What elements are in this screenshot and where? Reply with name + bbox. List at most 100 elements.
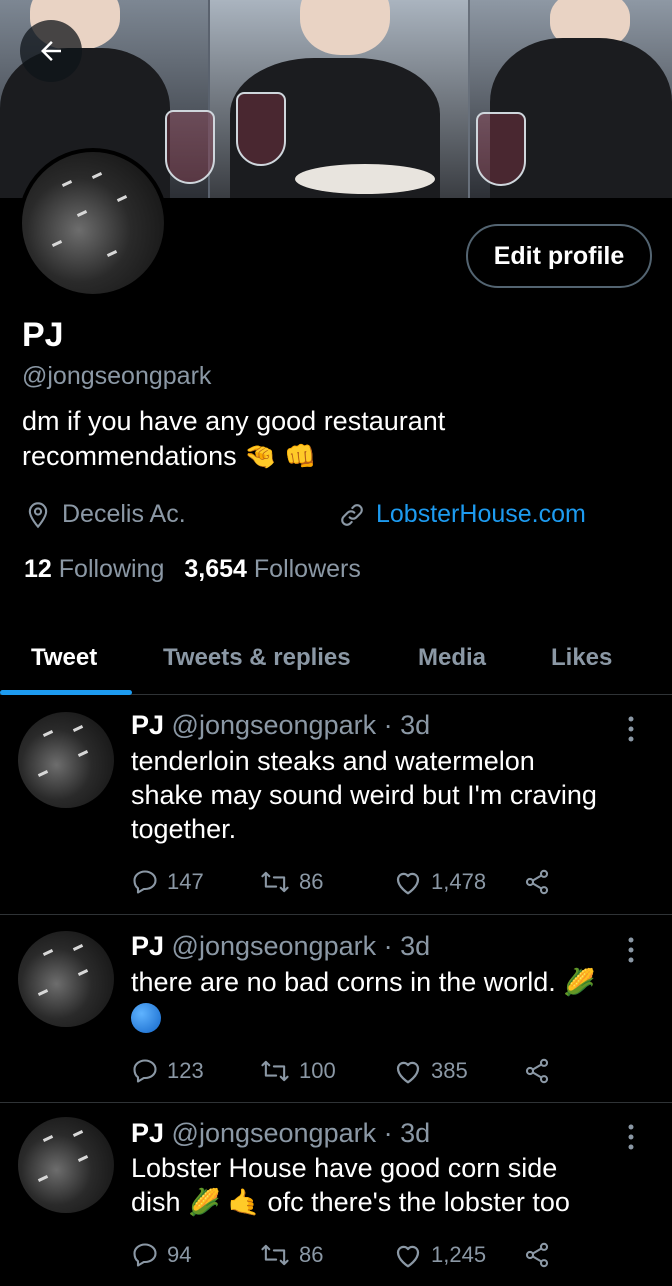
like-icon — [396, 872, 420, 895]
profile-avatar[interactable] — [18, 148, 168, 298]
like-count: 1,478 — [431, 869, 487, 894]
retweet-icon — [261, 1060, 289, 1082]
banner-wine-glass — [236, 92, 286, 166]
share-button[interactable] — [523, 1241, 551, 1269]
tweet-text-line: there are no bad corns in the world. 🌽 — [131, 965, 641, 999]
followers-link[interactable]: 3,654 Followers — [184, 555, 361, 584]
retweet-button[interactable]: 100 — [259, 1057, 336, 1085]
reply-icon — [133, 870, 157, 894]
corn-hand-emoji: 🌽 🤙 — [188, 1187, 261, 1217]
tweet-avatar[interactable] — [18, 931, 114, 1027]
tweet-text-line: Lobster House have good corn side — [131, 1153, 558, 1183]
like-count: 385 — [431, 1058, 468, 1083]
tweet-text-content: dish — [131, 1187, 181, 1217]
tweet-avatar[interactable] — [18, 1117, 114, 1213]
more-vertical-icon[interactable] — [618, 1122, 644, 1152]
banner-wine-glass — [476, 112, 526, 186]
followers-label: Followers — [253, 555, 361, 583]
edit-profile-button[interactable]: Edit profile — [466, 224, 652, 288]
website-link[interactable]: LobsterHouse.com — [376, 500, 586, 529]
pinch-emoji: 🤏 — [244, 441, 277, 471]
reply-button[interactable]: 94 — [131, 1241, 191, 1269]
tab-likes[interactable]: Likes — [551, 622, 612, 694]
profile-website[interactable]: LobsterHouse.com — [338, 500, 586, 529]
corn-emoji: 🌽 — [563, 967, 596, 997]
tweet-header: PJ @jongseongpark · 3d — [131, 710, 430, 741]
share-button[interactable] — [523, 1057, 551, 1085]
globe-icon — [131, 1002, 161, 1033]
tweet-text: Lobster House have good corn side dish 🌽… — [131, 1151, 641, 1219]
followers-count: 3,654 — [184, 555, 247, 583]
share-icon — [525, 1242, 549, 1268]
reply-count: 123 — [167, 1058, 204, 1083]
share-icon — [525, 869, 549, 895]
banner-plate — [295, 164, 435, 194]
tweet-text-content: there are no bad corns in the world. — [131, 967, 556, 997]
tweet-header: PJ @jongseongpark · 3d — [131, 931, 430, 962]
retweet-count: 86 — [299, 1242, 324, 1267]
banner-wine-glass — [165, 110, 215, 184]
tweet-handle-time: @jongseongpark · 3d — [171, 1118, 431, 1148]
profile-tabs: Tweet Tweets & replies Media Likes — [0, 622, 672, 695]
reply-button[interactable]: 147 — [131, 868, 204, 896]
tweet-text-line — [131, 999, 641, 1033]
profile-location: Decelis Ac. — [24, 500, 186, 529]
more-vertical-icon[interactable] — [618, 714, 644, 744]
profile-handle: @jongseongpark — [22, 362, 212, 390]
bio-text: recommendations — [22, 441, 237, 471]
retweet-button[interactable]: 86 — [259, 1241, 323, 1269]
tab-media[interactable]: Media — [418, 622, 486, 694]
like-button[interactable]: 1,478 — [393, 868, 486, 896]
share-icon — [525, 1058, 549, 1084]
fist-emoji: 👊 — [284, 441, 317, 471]
like-icon — [396, 1061, 420, 1084]
active-tab-indicator — [0, 690, 132, 695]
follow-stats: 12 Following 3,654 Followers — [24, 555, 361, 584]
like-icon — [396, 1245, 420, 1268]
tweet-handle-time: @jongseongpark · 3d — [171, 931, 431, 961]
retweet-icon — [261, 1244, 289, 1266]
tweet-text-line: shake may sound weird but I'm craving — [131, 780, 597, 810]
tweet-author-name: PJ — [131, 931, 165, 961]
tweet-item[interactable]: PJ @jongseongpark · 3d there are no bad … — [0, 915, 672, 1103]
tweet-text-content: ofc there's the lobster too — [267, 1187, 570, 1217]
tweet-handle-time: @jongseongpark · 3d — [171, 710, 431, 740]
like-button[interactable]: 1,245 — [393, 1241, 486, 1269]
tweet-text: there are no bad corns in the world. 🌽 — [131, 965, 641, 1033]
tweet-avatar[interactable] — [18, 712, 114, 808]
more-vertical-icon[interactable] — [618, 935, 644, 965]
tweet-author-name: PJ — [131, 710, 165, 740]
like-button[interactable]: 385 — [393, 1057, 468, 1085]
like-count: 1,245 — [431, 1242, 487, 1267]
reply-button[interactable]: 123 — [131, 1057, 204, 1085]
link-icon — [341, 503, 363, 526]
tweet-author-name: PJ — [131, 1118, 165, 1148]
reply-count: 94 — [167, 1242, 192, 1267]
location-pin-icon — [28, 501, 48, 528]
tweet-text-line: tenderloin steaks and watermelon — [131, 746, 535, 776]
tweet-text-line: together. — [131, 814, 237, 844]
tab-tweets-replies[interactable]: Tweets & replies — [163, 622, 351, 694]
retweet-count: 86 — [299, 869, 324, 894]
tweet-item[interactable]: PJ @jongseongpark · 3d Lobster House hav… — [0, 1103, 672, 1286]
retweet-icon — [261, 871, 289, 893]
retweet-button[interactable]: 86 — [259, 868, 323, 896]
reply-icon — [133, 1059, 157, 1083]
bio-line: dm if you have any good restaurant — [22, 406, 446, 436]
following-count: 12 — [24, 555, 52, 583]
tweet-text-line: dish 🌽 🤙 ofc there's the lobster too — [131, 1185, 641, 1219]
location-text: Decelis Ac. — [62, 500, 186, 528]
retweet-count: 100 — [299, 1058, 336, 1083]
bio-line: recommendations 🤏 👊 — [22, 439, 642, 474]
profile-name: PJ — [22, 316, 64, 354]
reply-count: 147 — [167, 869, 204, 894]
tweet-item[interactable]: PJ @jongseongpark · 3d tenderloin steaks… — [0, 696, 672, 915]
back-button[interactable] — [20, 20, 82, 82]
share-button[interactable] — [523, 868, 551, 896]
following-label: Following — [58, 555, 165, 583]
tab-tweet[interactable]: Tweet — [31, 622, 97, 694]
profile-bio: dm if you have any good restaurant recom… — [22, 404, 642, 474]
tweet-header: PJ @jongseongpark · 3d — [131, 1118, 430, 1149]
following-link[interactable]: 12 Following — [24, 555, 164, 584]
tweet-text: tenderloin steaks and watermelon shake m… — [131, 744, 641, 846]
